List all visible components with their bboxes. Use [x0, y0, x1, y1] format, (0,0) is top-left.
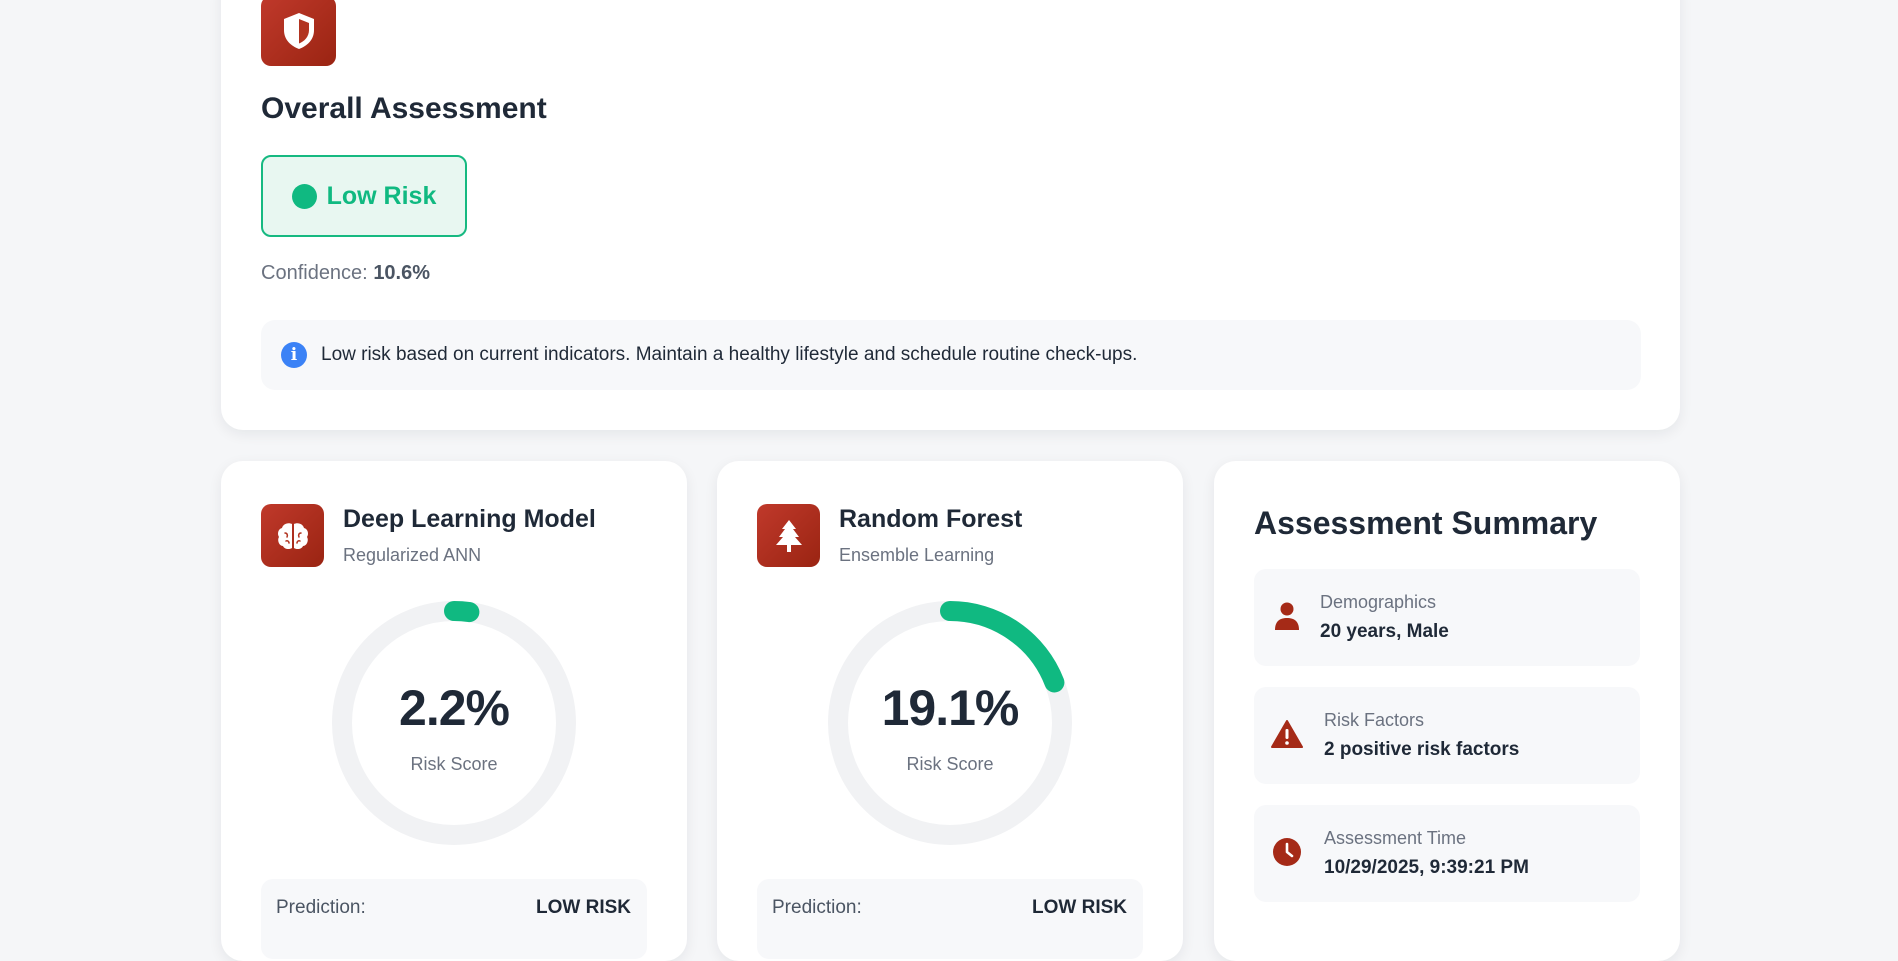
deep-learning-model-card: Deep Learning Model Regularized ANN 2.2%… [221, 461, 687, 961]
brain-icon [261, 504, 324, 567]
prediction-label: Prediction: [276, 897, 366, 918]
shield-icon [261, 0, 336, 66]
status-dot-icon [291, 183, 317, 209]
summary-item-risk-factors: Risk Factors 2 positive risk factors [1254, 687, 1640, 784]
confidence-value: 10.6% [373, 262, 431, 284]
prediction-label: Prediction: [772, 897, 862, 918]
warning-icon [1270, 717, 1304, 751]
clock-icon [1270, 835, 1304, 869]
risk-score-label: Risk Score [410, 754, 498, 774]
prediction-value: LOW RISK [1032, 897, 1127, 918]
summary-label: Risk Factors [1324, 710, 1425, 730]
overall-assessment-title: Overall Assessment [261, 92, 547, 125]
person-icon [1270, 599, 1304, 633]
tree-icon [757, 504, 820, 567]
model-title: Random Forest [839, 505, 1023, 533]
info-icon: i [281, 342, 307, 368]
summary-value: 20 years, Male [1320, 621, 1449, 642]
summary-item-assessment-time: Assessment Time 10/29/2025, 9:39:21 PM [1254, 805, 1640, 902]
prediction-row: Prediction: LOW RISK [757, 879, 1143, 959]
recommendation-text: Low risk based on current indicators. Ma… [321, 344, 1138, 365]
risk-level-label: Low Risk [326, 181, 437, 210]
summary-value: 10/29/2025, 9:39:21 PM [1324, 857, 1529, 878]
prediction-value: LOW RISK [536, 897, 631, 918]
recommendation-info-box: i Low risk based on current indicators. … [261, 320, 1641, 390]
confidence-label: Confidence: [261, 262, 368, 284]
summary-label: Demographics [1320, 592, 1437, 612]
model-subtitle: Ensemble Learning [839, 545, 995, 565]
risk-level-badge: Low Risk [261, 155, 467, 237]
confidence-text: Confidence: 10.6% [261, 262, 430, 285]
summary-label: Assessment Time [1324, 828, 1467, 848]
risk-score-value: 2.2% [399, 680, 510, 736]
summary-item-demographics: Demographics 20 years, Male [1254, 569, 1640, 666]
summary-value: 2 positive risk factors [1324, 739, 1520, 760]
overall-assessment-card: Overall Assessment Low Risk Confidence: … [221, 0, 1680, 430]
assessment-summary-card: Assessment Summary Demographics 20 years… [1214, 461, 1680, 961]
model-title: Deep Learning Model [343, 505, 596, 533]
risk-score-value: 19.1% [881, 680, 1020, 736]
random-forest-model-card: Random Forest Ensemble Learning 19.1% Ri… [717, 461, 1183, 961]
risk-score-label: Risk Score [906, 754, 994, 774]
model-subtitle: Regularized ANN [343, 545, 482, 565]
assessment-summary-title: Assessment Summary [1254, 505, 1598, 541]
prediction-row: Prediction: LOW RISK [261, 879, 647, 959]
